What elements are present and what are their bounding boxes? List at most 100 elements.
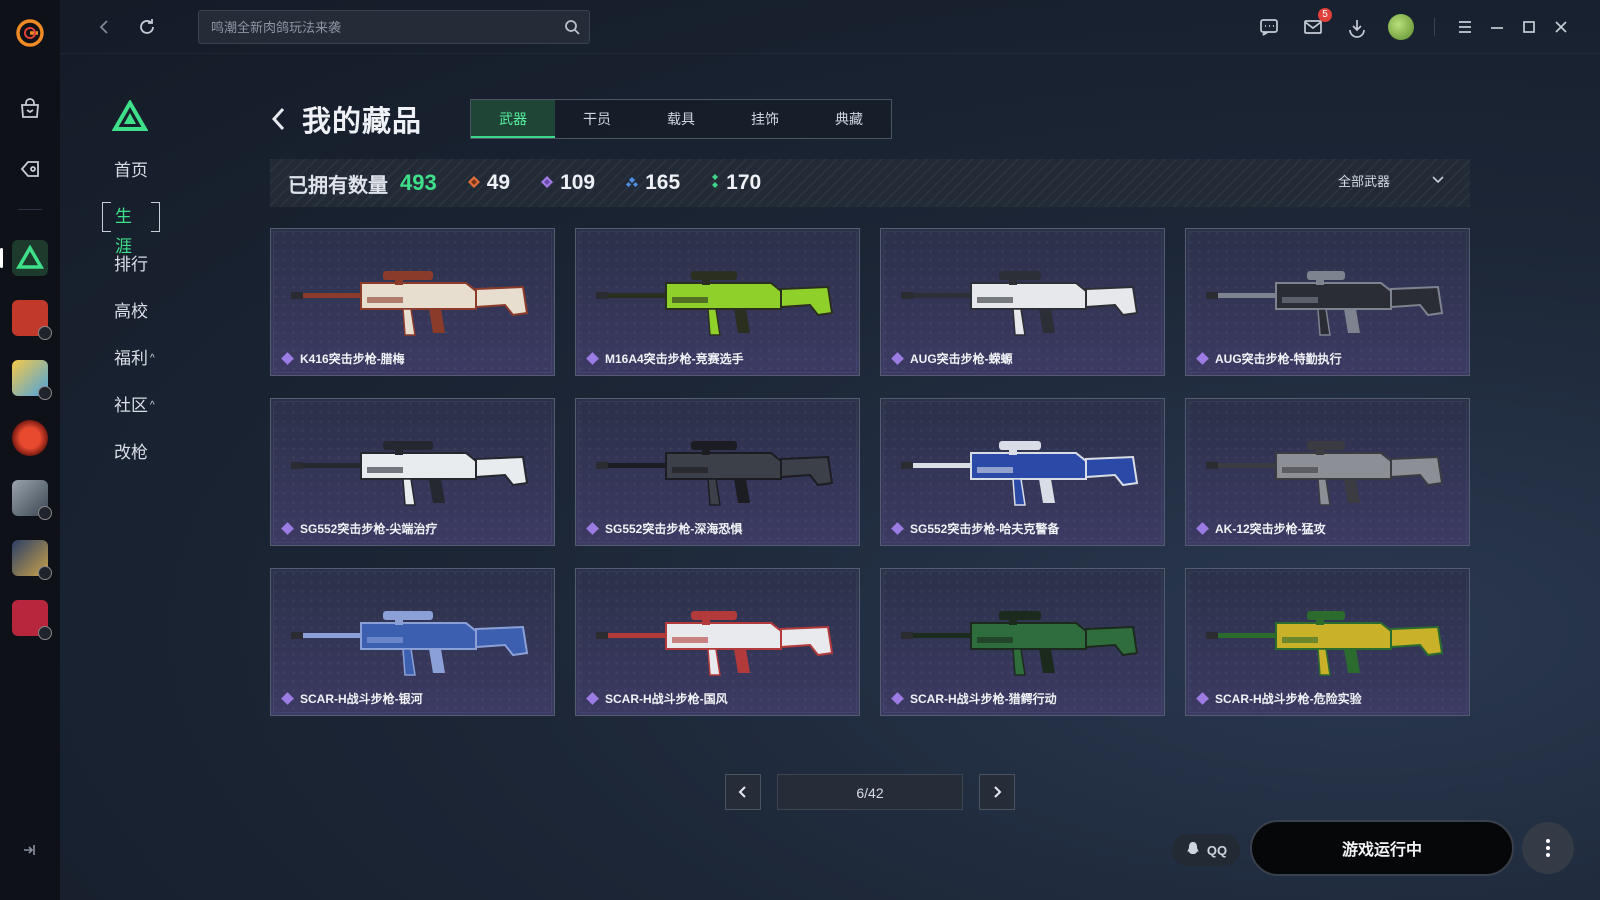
- search-input[interactable]: [199, 11, 589, 43]
- search-box[interactable]: [198, 10, 590, 44]
- panda-game-icon[interactable]: [12, 360, 52, 400]
- weapon-card[interactable]: AK-12突击步枪-猛攻: [1185, 398, 1470, 546]
- nav-gun-mod[interactable]: 改枪: [114, 429, 210, 476]
- game-running-button[interactable]: 游戏运行中: [1250, 820, 1514, 876]
- nav-welfare[interactable]: 福利 ^: [114, 335, 210, 382]
- back-arrow-icon[interactable]: [92, 14, 118, 40]
- weapon-card[interactable]: M16A4突击步枪-竞赛选手: [575, 228, 860, 376]
- weapon-label: M16A4突击步枪-竞赛选手: [586, 350, 744, 367]
- weapon-label: SG552突击步枪-尖端治疗: [281, 520, 438, 537]
- weapon-name: M16A4突击步枪-竞赛选手: [605, 352, 744, 366]
- weapon-card[interactable]: SG552突击步枪-尖端治疗: [270, 398, 555, 546]
- weapon-label: SCAR-H战斗步枪-危险实验: [1196, 690, 1362, 707]
- weapon-filter-dropdown[interactable]: 全部武器: [1338, 171, 1446, 190]
- download-badge-icon: [38, 506, 52, 520]
- weapon-card[interactable]: SG552突击步枪-深海恐惧: [575, 398, 860, 546]
- rarity-count-blue-value: 165: [645, 171, 681, 194]
- prev-page-button[interactable]: [725, 774, 761, 810]
- refresh-icon[interactable]: [134, 14, 160, 40]
- weapon-card[interactable]: K416突击步枪-腊梅: [270, 228, 555, 376]
- nav-welfare-caret: ^: [150, 353, 155, 364]
- weapon-card[interactable]: AUG突击步枪-蝾螈: [880, 228, 1165, 376]
- weapon-card[interactable]: SCAR-H战斗步枪-银河: [270, 568, 555, 716]
- rail-divider: [18, 209, 42, 210]
- chat-icon[interactable]: [1256, 14, 1282, 40]
- weapon-card[interactable]: SCAR-H战斗步枪-猎鳄行动: [880, 568, 1165, 716]
- shooter-game-icon[interactable]: [12, 480, 52, 520]
- qq-login-button[interactable]: QQ: [1172, 834, 1240, 866]
- purple-diamond-icon: [540, 171, 554, 195]
- valorant-game-icon[interactable]: [12, 600, 52, 640]
- delta-force-game-icon[interactable]: [0, 240, 48, 276]
- nav-home[interactable]: 首页: [114, 147, 210, 194]
- page-header: 我的藏品: [268, 98, 422, 140]
- nav-community-label: 社区: [114, 396, 148, 415]
- rarity-count-orange: 49: [467, 171, 510, 195]
- weapon-image: [1206, 271, 1444, 336]
- rarity-diamond-icon: [891, 522, 904, 535]
- weapon-name: AUG突击步枪-蝾螈: [910, 352, 1013, 366]
- page-title: 我的藏品: [302, 106, 423, 138]
- weapon-image: [596, 441, 834, 506]
- weapon-name: K416突击步枪-腊梅: [300, 352, 405, 366]
- rarity-count-green-value: 170: [726, 171, 762, 194]
- weapon-image: [596, 611, 834, 676]
- weapon-grid: K416突击步枪-腊梅 M16A4突击步枪-竞赛选手 AUG突击步枪-蝾螈 AUG突击…: [270, 228, 1470, 716]
- nav-community-caret: ^: [150, 400, 155, 411]
- weapon-image: [596, 271, 834, 336]
- rarity-diamond-icon: [586, 692, 599, 705]
- nav-career[interactable]: 生涯: [102, 202, 160, 256]
- more-options-button[interactable]: [1522, 822, 1574, 874]
- nav-community[interactable]: 社区 ^: [114, 382, 210, 429]
- mail-icon[interactable]: 5: [1300, 8, 1332, 40]
- pagination: 6/42: [725, 774, 1015, 810]
- weapon-image: [901, 611, 1139, 676]
- app-rail: [0, 0, 60, 900]
- rarity-count-purple: 109: [540, 171, 595, 195]
- topbar-divider: [1434, 18, 1435, 36]
- league-game-icon[interactable]: [12, 540, 52, 580]
- blue-diamond-icon: [625, 171, 639, 195]
- tab-charms[interactable]: 挂饰: [723, 100, 807, 138]
- owned-count: 493: [400, 170, 437, 195]
- expand-sidebar-icon[interactable]: [20, 841, 38, 864]
- back-chevron-icon[interactable]: [268, 103, 296, 135]
- app-logo-icon[interactable]: [15, 18, 45, 53]
- weapon-label: AUG突击步枪-特勤执行: [1196, 350, 1342, 367]
- weapon-card[interactable]: SCAR-H战斗步枪-国风: [575, 568, 860, 716]
- weapon-card[interactable]: AUG突击步枪-特勤执行: [1185, 228, 1470, 376]
- tab-collection[interactable]: 典藏: [807, 100, 891, 138]
- weapon-card[interactable]: SG552突击步枪-哈夫克警备: [880, 398, 1165, 546]
- next-page-button[interactable]: [979, 774, 1015, 810]
- menu-icon[interactable]: [1452, 14, 1478, 40]
- weapon-image: [1206, 441, 1444, 506]
- search-icon[interactable]: [563, 18, 581, 41]
- weapon-name: SCAR-H战斗步枪-银河: [300, 692, 423, 706]
- nav-college[interactable]: 高校: [114, 288, 210, 335]
- weapon-label: K416突击步枪-腊梅: [281, 350, 405, 367]
- minimize-icon[interactable]: [1484, 14, 1510, 40]
- store-bag-icon[interactable]: [10, 89, 50, 129]
- robot-game-icon[interactable]: [12, 300, 52, 340]
- maximize-icon[interactable]: [1516, 14, 1542, 40]
- crossfire-game-icon[interactable]: [12, 420, 48, 456]
- weapon-name: SG552突击步枪-尖端治疗: [300, 522, 438, 536]
- nav-ranking[interactable]: 排行: [114, 241, 210, 288]
- mail-badge: 5: [1318, 8, 1332, 22]
- tab-operators[interactable]: 干员: [555, 100, 639, 138]
- close-icon[interactable]: [1548, 14, 1574, 40]
- rarity-count-orange-value: 49: [486, 171, 511, 194]
- weapon-card[interactable]: SCAR-H战斗步枪-危险实验: [1185, 568, 1470, 716]
- avatar[interactable]: [1388, 14, 1414, 40]
- weapon-image: [291, 441, 529, 506]
- download-manager-icon[interactable]: [1344, 14, 1370, 40]
- tab-weapons[interactable]: 武器: [471, 100, 555, 138]
- game-tag-icon[interactable]: [10, 149, 50, 189]
- game-nav: 首页 生涯 排行 高校 福利 ^ 社区 ^ 改枪: [100, 98, 210, 476]
- weapon-label: SG552突击步枪-哈夫克警备: [891, 520, 1059, 537]
- weapon-filter-label: 全部武器: [1337, 174, 1390, 189]
- rarity-diamond-icon: [1196, 522, 1209, 535]
- download-badge-icon: [38, 326, 52, 340]
- tab-vehicles[interactable]: 载具: [639, 100, 723, 138]
- download-badge-icon: [38, 386, 52, 400]
